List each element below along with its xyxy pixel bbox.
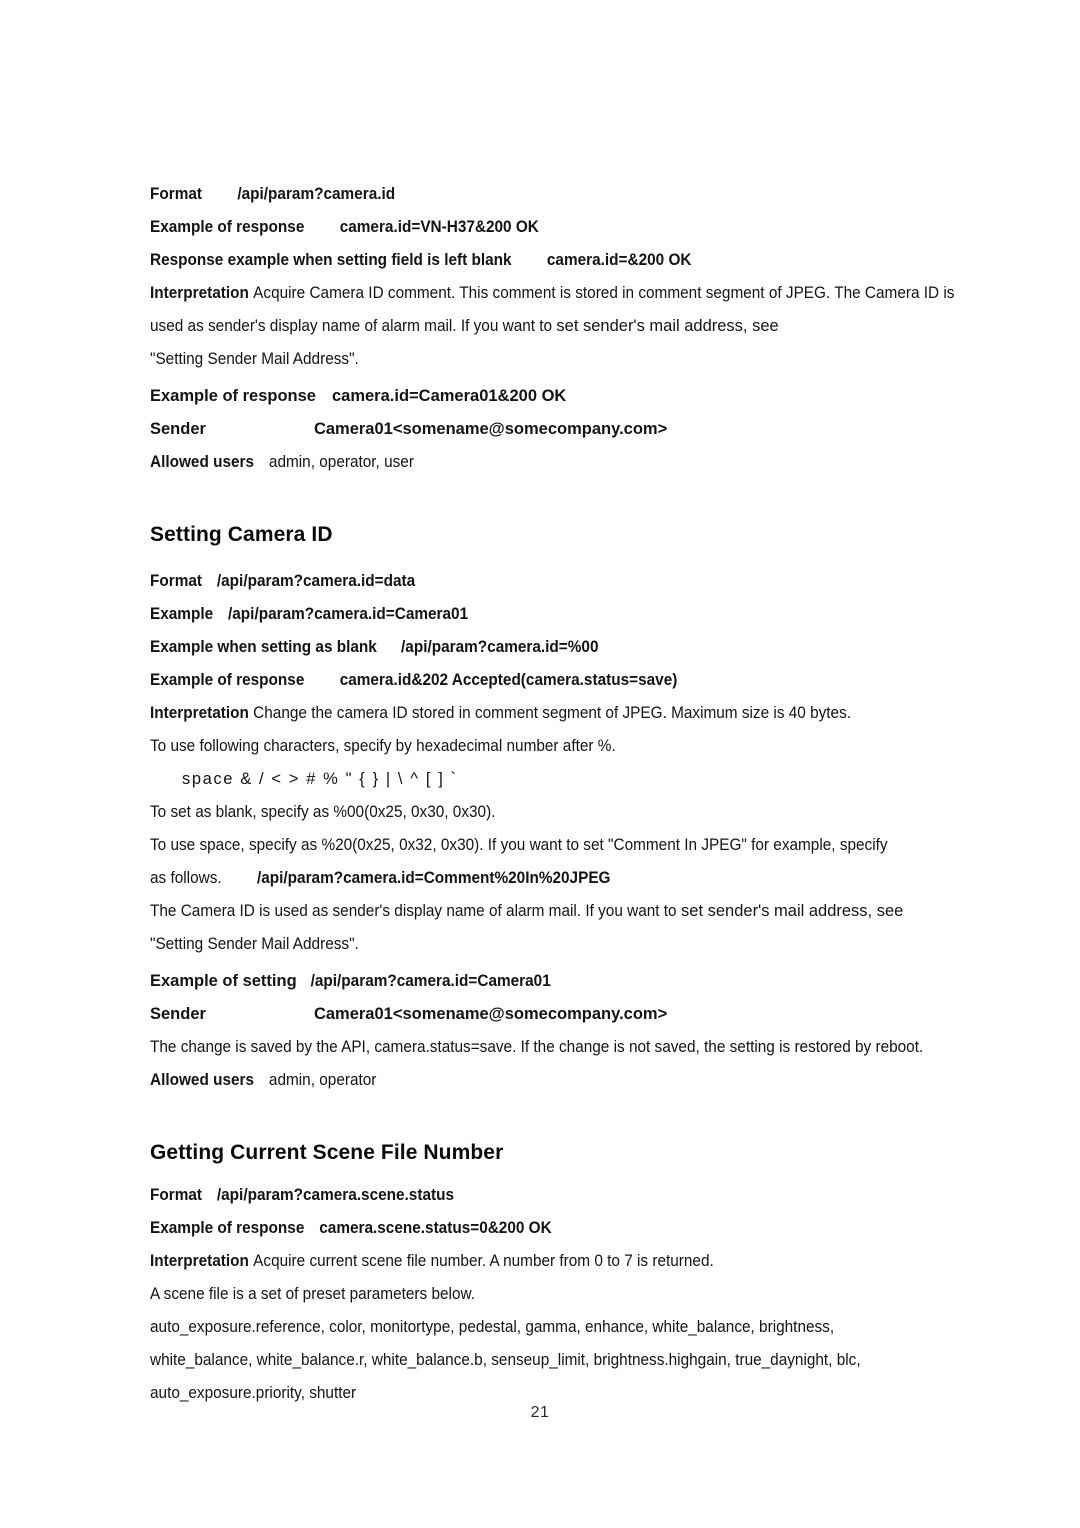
- sender-label: Sender: [150, 1005, 206, 1023]
- example-response-2-row: Example of response camera.id=Camera01&20…: [150, 380, 1040, 413]
- allowed-users-value: admin, operator: [268, 1071, 377, 1089]
- format-row: Format/api/param?camera.id=data: [150, 565, 978, 598]
- format-label: Format: [150, 185, 203, 203]
- blank-response-label: Response example when setting field is l…: [150, 251, 512, 269]
- example-response-value: camera.id=VN-H37&200 OK: [339, 218, 539, 236]
- scene-note: A scene file is a set of preset paramete…: [150, 1285, 475, 1303]
- example-response-value: camera.scene.status=0&200 OK: [319, 1219, 552, 1237]
- allowed-users-label: Allowed users: [150, 1071, 255, 1089]
- example-response-label: Example of response: [150, 1219, 305, 1237]
- format-value: /api/param?camera.id: [237, 185, 396, 203]
- blank-response-value: camera.id=&200 OK: [546, 251, 692, 269]
- example-response-label: Example of response: [150, 671, 305, 689]
- example-setting-row: Example of setting/api/param?camera.id=C…: [150, 965, 978, 998]
- example-blank-row: Example when setting as blank/api/param?…: [150, 631, 978, 664]
- interpretation-text: Change the camera ID stored in comment s…: [253, 704, 852, 722]
- format-label: Format: [150, 1186, 203, 1204]
- chars-intro: To use following characters, specify by …: [150, 737, 616, 755]
- as-follows-label: as follows.: [150, 869, 222, 887]
- example-setting-label: Example of setting: [150, 972, 297, 990]
- format-value: /api/param?camera.id=data: [216, 572, 416, 590]
- example-label: Example: [150, 605, 214, 623]
- sender-value: Camera01<somename@somecompany.com>: [313, 420, 668, 438]
- section-setting-camera-id: Setting Camera ID Format/api/param?camer…: [150, 521, 978, 1097]
- sender-label: Sender: [150, 420, 206, 438]
- example-blank-label: Example when setting as blank: [150, 638, 377, 656]
- interpretation-text: Acquire current scene file number. A num…: [253, 1252, 714, 1270]
- document-page: Format/api/param?camera.id Example of re…: [0, 0, 1080, 1528]
- example-row: Example/api/param?camera.id=Camera01: [150, 598, 978, 631]
- interpretation-label: Interpretation: [150, 284, 249, 302]
- format-value: /api/param?camera.scene.status: [216, 1186, 455, 1204]
- heading-scene-file-number: Getting Current Scene File Number: [150, 1141, 504, 1164]
- sender-row: Sender Camera01<somename@somecompany.com>: [150, 413, 1040, 446]
- space-note: To use space, specify as %20(0x25, 0x32,…: [150, 836, 888, 854]
- sender-note-text: The Camera ID is used as sender's displa…: [150, 902, 681, 920]
- interpretation-label: Interpretation: [150, 1252, 249, 1270]
- example-response-2-value: camera.id=Camera01&200 OK: [331, 387, 567, 405]
- example-response-row: Example of response camera.scene.status=0…: [150, 1212, 978, 1245]
- allowed-users-label: Allowed users: [150, 453, 255, 471]
- interpretation-paragraph: Interpretation Acquire Camera ID comment…: [150, 277, 978, 343]
- page-number: 21: [530, 1404, 550, 1421]
- params-line-2: white_balance, white_balance.r, white_ba…: [150, 1351, 861, 1369]
- example-blank-value: /api/param?camera.id=%00: [401, 638, 599, 656]
- interpretation-paragraph: Interpretation Change the camera ID stor…: [150, 697, 978, 730]
- interpretation-label: Interpretation: [150, 704, 249, 722]
- example-response-value: camera.id&202 Accepted(camera.status=sav…: [339, 671, 678, 689]
- sender-note-paragraph-cont: "Setting Sender Mail Address".: [150, 928, 978, 961]
- interpretation-text-2: "Setting Sender Mail Address".: [150, 350, 359, 368]
- page-content: Format/api/param?camera.id Example of re…: [150, 178, 978, 1410]
- params-line-1: auto_exposure.reference, color, monitort…: [150, 1318, 835, 1336]
- format-row: Format/api/param?camera.id: [150, 178, 978, 211]
- blank-note: To set as blank, specify as %00(0x25, 0x…: [150, 803, 496, 821]
- interpretation-emphasis: set sender's mail address, see: [556, 317, 779, 335]
- example-response-row: Example of response camera.id=VN-H37&200 …: [150, 211, 978, 244]
- as-follows-row: as follows. /api/param?camera.id=Comment%…: [150, 862, 978, 895]
- sender-row: Sender Camera01<somename@somecompany.com>: [150, 998, 1040, 1031]
- interpretation-text: Acquire Camera ID comment. This comment …: [150, 284, 955, 335]
- interpretation-paragraph: Interpretation Acquire current scene fil…: [150, 1245, 978, 1278]
- example-response-label: Example of response: [150, 218, 305, 236]
- example-response-2-label: Example of response: [150, 387, 316, 405]
- heading-setting-camera-id: Setting Camera ID: [150, 523, 333, 546]
- sender-note-emphasis: set sender's mail address, see: [680, 902, 904, 920]
- format-row: Format/api/param?camera.scene.status: [150, 1179, 978, 1212]
- example-response-row: Example of response camera.id&202 Accepte…: [150, 664, 978, 697]
- save-note: The change is saved by the API, camera.s…: [150, 1038, 924, 1056]
- allowed-users-row: Allowed users admin, operator: [150, 1064, 978, 1097]
- section-scene-file-number: Getting Current Scene File Number Format…: [150, 1139, 978, 1410]
- blank-response-row: Response example when setting field is l…: [150, 244, 978, 277]
- example-setting-value: /api/param?camera.id=Camera01: [310, 972, 551, 990]
- interpretation-paragraph-cont: "Setting Sender Mail Address".: [150, 343, 978, 376]
- allowed-users-value: admin, operator, user: [268, 453, 414, 471]
- special-characters-list: space & / < > # % " { } | \ ^ [ ] `: [182, 770, 458, 788]
- as-follows-value: /api/param?camera.id=Comment%20In%20JPEG: [256, 869, 611, 887]
- section-camera-id-get: Format/api/param?camera.id Example of re…: [150, 178, 978, 479]
- sender-value: Camera01<somename@somecompany.com>: [313, 1005, 668, 1023]
- format-label: Format: [150, 572, 203, 590]
- sender-note-text-2: "Setting Sender Mail Address".: [150, 935, 359, 953]
- sender-note-paragraph: The Camera ID is used as sender's displa…: [150, 895, 978, 928]
- example-value: /api/param?camera.id=Camera01: [228, 605, 469, 623]
- allowed-users-row: Allowed users admin, operator, user: [150, 446, 978, 479]
